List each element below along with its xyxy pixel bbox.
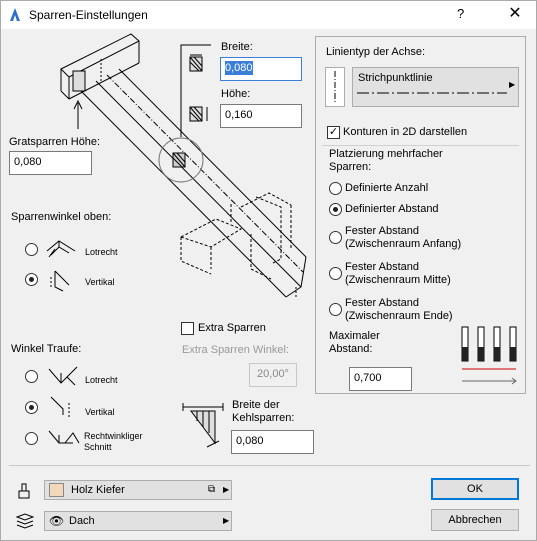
- placement-option-label: Definierter Abstand: [345, 203, 439, 215]
- sparrenwinkel-lotrecht-label: Lotrecht: [85, 247, 118, 257]
- placement-option-label: Fester Abstand: [345, 261, 419, 273]
- placement-definierter-abstand-radio[interactable]: [329, 203, 342, 216]
- placement-ende-radio[interactable]: [329, 303, 342, 316]
- title-bar: Sparren-Einstellungen ? ✕: [1, 1, 536, 29]
- archicad-icon: [10, 8, 20, 21]
- lotrecht-top-icon: [46, 240, 76, 258]
- placement-option-label: Fester Abstand: [345, 297, 419, 309]
- placement-option-sublabel: (Zwischenraum Mitte): [345, 274, 451, 286]
- help-button[interactable]: ?: [457, 6, 464, 21]
- material-picker-icon: ⧉: [208, 484, 216, 495]
- brush-icon: [18, 483, 30, 499]
- sparrenwinkel-vertikal-label: Vertikal: [85, 277, 115, 287]
- konturen-label: Konturen in 2D darstellen: [343, 126, 468, 138]
- traufe-rechtwinklig-icon: [48, 430, 80, 444]
- placement-option-label: Definierte Anzahl: [345, 182, 429, 194]
- layer-dropdown[interactable]: 👁 Dach ▶: [44, 511, 232, 531]
- breite-input[interactable]: 0,080: [220, 57, 302, 81]
- hoehe-label: Höhe:: [221, 88, 251, 100]
- traufe-lotrecht-radio[interactable]: [25, 370, 38, 383]
- vertikal-top-icon: [50, 270, 70, 292]
- placement-option-label: Fester Abstand: [345, 225, 419, 237]
- cancel-button[interactable]: Abbrechen: [431, 509, 519, 531]
- extra-winkel-label: Extra Sparren Winkel:: [182, 344, 289, 356]
- extra-sparren-checkbox[interactable]: [181, 322, 194, 335]
- sparrenwinkel-lotrecht-radio[interactable]: [25, 243, 38, 256]
- breite-label: Breite:: [221, 41, 253, 53]
- gratsparren-input[interactable]: 0,080: [9, 151, 92, 175]
- dropdown-arrow-icon: ▶: [509, 80, 516, 89]
- placement-label-2: Sparren:: [329, 161, 372, 173]
- width-icon: [189, 54, 203, 72]
- window-title: Sparren-Einstellungen: [29, 8, 148, 22]
- traufe-vertikal-radio[interactable]: [25, 401, 38, 414]
- dialog-window: Sparren-Einstellungen ? ✕ Breite: 0,080 …: [0, 0, 537, 541]
- placement-definierte-anzahl-radio[interactable]: [329, 182, 342, 195]
- placement-option-sublabel: (Zwischenraum Anfang): [345, 238, 462, 250]
- material-swatch: [49, 483, 64, 497]
- ok-button[interactable]: OK: [431, 478, 519, 500]
- placement-option-sublabel: (Zwischenraum Ende): [345, 310, 453, 322]
- dropdown-arrow-icon: ▶: [223, 485, 230, 494]
- hoehe-input[interactable]: 0,160: [220, 104, 302, 128]
- linetype-label: Linientyp der Achse:: [326, 46, 426, 58]
- traufe-rechtwinklig-label: Rechtwinkliger: [84, 431, 143, 441]
- dropdown-arrow-icon: ▶: [223, 516, 230, 525]
- sparrenwinkel-vertikal-radio[interactable]: [25, 273, 38, 286]
- linetype-value: Strichpunktlinie: [358, 72, 433, 84]
- extra-sparren-label: Extra Sparren: [198, 322, 266, 334]
- traufe-vertikal-label: Vertikal: [85, 407, 115, 417]
- bottom-divider: [9, 465, 530, 466]
- konturen-checkbox[interactable]: ✓: [327, 126, 340, 139]
- max-abstand-input[interactable]: 0,700: [349, 367, 412, 391]
- panel-divider: [322, 145, 519, 146]
- linetype-dropdown[interactable]: Strichpunktlinie ▶: [352, 67, 519, 107]
- kehl-input[interactable]: 0,080: [231, 430, 314, 454]
- traufe-rechtwinklig-label2: Schnitt: [84, 442, 112, 452]
- material-label: Holz Kiefer: [71, 484, 125, 496]
- kehlsparren-icon: [182, 403, 224, 448]
- close-button[interactable]: ✕: [501, 3, 529, 25]
- traufe-vertikal-icon: [50, 396, 70, 417]
- traufe-lotrecht-label: Lotrecht: [85, 375, 118, 385]
- kehl-label-2: Kehlsparren:: [232, 412, 295, 424]
- placement-mitte-radio[interactable]: [329, 267, 342, 280]
- linetype-sample: [357, 92, 507, 94]
- layers-icon: [15, 513, 35, 529]
- placement-anfang-radio[interactable]: [329, 231, 342, 244]
- eye-icon: 👁: [49, 514, 65, 528]
- settings-panel: Linientyp der Achse: Strichpunktlinie ▶ …: [315, 36, 526, 394]
- height-icon: [189, 106, 208, 122]
- gratsparren-label: Gratsparren Höhe:: [9, 136, 101, 148]
- kehl-label-1: Breite der: [232, 399, 280, 411]
- material-dropdown[interactable]: Holz Kiefer ⧉ ▶: [44, 480, 232, 500]
- placement-label-1: Platzierung mehrfacher: [329, 148, 443, 160]
- traufe-lotrecht-icon: [48, 366, 78, 386]
- traufe-rechtwinklig-radio[interactable]: [25, 432, 38, 445]
- spacing-diagram-icon: [461, 326, 517, 385]
- layer-label: Dach: [69, 515, 95, 527]
- max-abstand-label-1: Maximaler: [329, 330, 380, 342]
- extra-winkel-input[interactable]: 20,00°: [249, 363, 297, 387]
- sparrenwinkel-label: Sparrenwinkel oben:: [11, 211, 112, 223]
- linetype-preview: [325, 67, 345, 107]
- traufe-label: Winkel Traufe:: [11, 343, 82, 355]
- max-abstand-label-2: Abstand:: [329, 343, 373, 355]
